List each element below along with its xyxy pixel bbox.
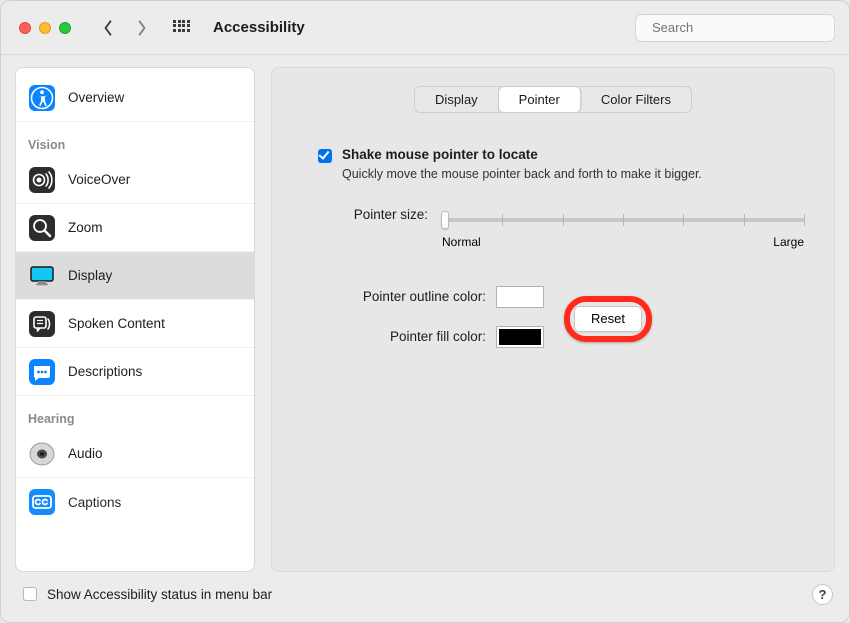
pointer-size-row: Pointer size: Normal Large	[338, 207, 804, 249]
pointer-outline-label: Pointer outline color:	[326, 289, 486, 304]
tab-display[interactable]: Display	[415, 87, 499, 112]
nav-arrows	[99, 16, 151, 40]
zoom-window-button[interactable]	[59, 22, 71, 34]
chevron-left-icon	[103, 19, 113, 37]
pointer-fill-label: Pointer fill color:	[326, 329, 486, 344]
sidebar-item-label: Spoken Content	[68, 316, 165, 331]
sidebar-item-label: VoiceOver	[68, 172, 130, 187]
pointer-color-rows: Pointer outline color: Pointer fill colo…	[326, 277, 804, 357]
sidebar-section-vision: Vision	[16, 122, 254, 156]
audio-icon	[28, 440, 56, 468]
menubar-status-label: Show Accessibility status in menu bar	[47, 587, 272, 602]
chevron-right-icon	[137, 19, 147, 37]
pointer-outline-swatch	[499, 289, 541, 305]
content-area: Overview Vision VoiceOver Zoom	[1, 55, 849, 572]
pointer-size-knob[interactable]	[441, 211, 449, 229]
pointer-size-min-label: Normal	[442, 235, 481, 249]
sidebar-item-label: Descriptions	[68, 364, 142, 379]
pointer-size-label: Pointer size:	[338, 207, 428, 222]
sidebar-item-display[interactable]: Display	[16, 252, 254, 300]
spoken-content-icon	[28, 310, 56, 338]
sidebar-item-label: Overview	[68, 90, 124, 105]
accessibility-icon	[28, 84, 56, 112]
sidebar-item-label: Audio	[68, 446, 103, 461]
shake-to-locate-label: Shake mouse pointer to locate	[342, 147, 702, 162]
forward-button[interactable]	[133, 16, 151, 40]
minimize-window-button[interactable]	[39, 22, 51, 34]
voiceover-icon	[28, 166, 56, 194]
footer: Show Accessibility status in menu bar ?	[1, 572, 849, 622]
search-field[interactable]	[635, 14, 835, 42]
pointer-fill-colorwell[interactable]	[496, 326, 544, 348]
sidebar-section-hearing: Hearing	[16, 396, 254, 430]
shake-to-locate-row: Shake mouse pointer to locate Quickly mo…	[318, 147, 804, 183]
sidebar-item-captions[interactable]: Captions	[16, 478, 254, 526]
captions-icon	[28, 488, 56, 516]
search-input[interactable]	[650, 19, 830, 36]
tab-color-filters[interactable]: Color Filters	[581, 87, 691, 112]
pointer-size-slider[interactable]	[442, 211, 804, 229]
descriptions-icon	[28, 358, 56, 386]
titlebar: Accessibility	[1, 1, 849, 55]
shake-to-locate-description: Quickly move the mouse pointer back and …	[342, 166, 702, 183]
display-icon	[28, 262, 56, 290]
pointer-size-max-label: Large	[773, 235, 804, 249]
sidebar-item-voiceover[interactable]: VoiceOver	[16, 156, 254, 204]
sidebar-item-label: Captions	[68, 495, 121, 510]
window-controls	[19, 22, 71, 34]
reset-button[interactable]: Reset	[574, 306, 642, 332]
tab-bar: Display Pointer Color Filters	[414, 86, 692, 113]
tab-pointer[interactable]: Pointer	[499, 87, 581, 112]
sidebar-item-overview[interactable]: Overview	[16, 74, 254, 122]
menubar-status-checkbox[interactable]	[23, 587, 37, 601]
sidebar: Overview Vision VoiceOver Zoom	[15, 67, 255, 572]
sidebar-item-zoom[interactable]: Zoom	[16, 204, 254, 252]
zoom-icon	[28, 214, 56, 242]
pointer-outline-colorwell[interactable]	[496, 286, 544, 308]
settings-panel: Display Pointer Color Filters Shake mous…	[271, 67, 835, 572]
window-title: Accessibility	[213, 19, 305, 36]
sidebar-item-spoken-content[interactable]: Spoken Content	[16, 300, 254, 348]
sidebar-item-audio[interactable]: Audio	[16, 430, 254, 478]
pointer-fill-swatch	[499, 329, 541, 345]
sidebar-item-label: Zoom	[68, 220, 103, 235]
shake-to-locate-checkbox[interactable]	[318, 149, 332, 163]
accessibility-window: Accessibility Overview Vision	[0, 0, 850, 623]
show-all-button[interactable]	[173, 20, 189, 36]
help-button[interactable]: ?	[812, 584, 833, 605]
close-window-button[interactable]	[19, 22, 31, 34]
back-button[interactable]	[99, 16, 117, 40]
sidebar-scroll[interactable]: Overview Vision VoiceOver Zoom	[16, 74, 254, 571]
sidebar-item-label: Display	[68, 268, 112, 283]
sidebar-item-descriptions[interactable]: Descriptions	[16, 348, 254, 396]
